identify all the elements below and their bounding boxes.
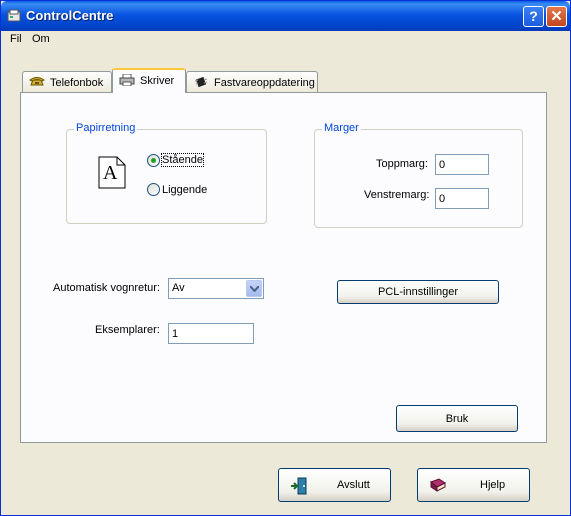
tab-panel-skriver: Papirretning A Stående Liggende Marger T… <box>20 92 547 443</box>
help-book-icon <box>430 478 446 492</box>
portrait-page-icon: A <box>98 156 126 189</box>
tab-skriver[interactable]: Skriver <box>112 68 186 93</box>
copies-input[interactable] <box>168 323 254 344</box>
landscape-radio[interactable] <box>147 183 160 196</box>
tab-fastvareoppdatering[interactable]: Fastvareoppdatering <box>186 71 318 93</box>
top-margin-label: Toppmarg: <box>376 158 428 170</box>
auto-return-select[interactable]: Av <box>168 278 264 299</box>
menu-bar: Fil Om <box>2 31 570 49</box>
portrait-radio[interactable] <box>147 154 160 167</box>
tab-telefonbok[interactable]: Telefonbok <box>22 71 112 93</box>
help-button[interactable]: Hjelp <box>417 468 530 502</box>
auto-return-value: Av <box>172 282 185 294</box>
app-icon <box>7 9 21 22</box>
margins-group: Marger Toppmarg: Venstremarg: <box>314 122 523 228</box>
phone-icon <box>29 77 45 86</box>
menu-about[interactable]: Om <box>32 33 50 45</box>
margins-legend: Marger <box>322 122 361 134</box>
exit-door-icon <box>291 477 307 495</box>
apply-button[interactable]: Bruk <box>396 405 518 432</box>
printer-icon <box>119 74 135 86</box>
portrait-label[interactable]: Stående <box>161 153 204 167</box>
copies-label: Eksemplarer: <box>95 324 160 336</box>
pcl-settings-button[interactable]: PCL-innstillinger <box>337 280 499 304</box>
exit-button[interactable]: Avslutt <box>278 468 391 502</box>
chip-icon <box>194 76 208 88</box>
window-title: ControlCentre <box>26 8 114 23</box>
left-margin-label: Venstremarg: <box>364 189 430 201</box>
page-glyph: A <box>103 162 118 184</box>
tab-label: Skriver <box>140 75 175 87</box>
tab-label: Fastvareoppdatering <box>214 77 315 89</box>
menu-file[interactable]: Fil <box>10 33 22 45</box>
auto-return-label: Automatisk vognretur: <box>53 282 160 294</box>
paper-orientation-group: Papirretning A Stående Liggende <box>66 122 267 224</box>
landscape-label[interactable]: Liggende <box>162 184 207 196</box>
control-centre-window: ControlCentre ? ✕ Fil Om Telefonbok Skri… <box>0 0 571 516</box>
top-margin-input[interactable] <box>435 154 489 175</box>
title-bar[interactable]: ControlCentre ? ✕ <box>1 1 570 31</box>
help-label: Hjelp <box>480 479 506 491</box>
dropdown-arrow-icon[interactable] <box>246 280 262 297</box>
tab-label: Telefonbok <box>50 77 104 89</box>
left-margin-input[interactable] <box>435 188 489 209</box>
title-close-button[interactable]: ✕ <box>546 6 567 27</box>
title-help-button[interactable]: ? <box>523 6 544 27</box>
paper-orientation-legend: Papirretning <box>74 122 138 134</box>
exit-label: Avslutt <box>337 479 370 491</box>
